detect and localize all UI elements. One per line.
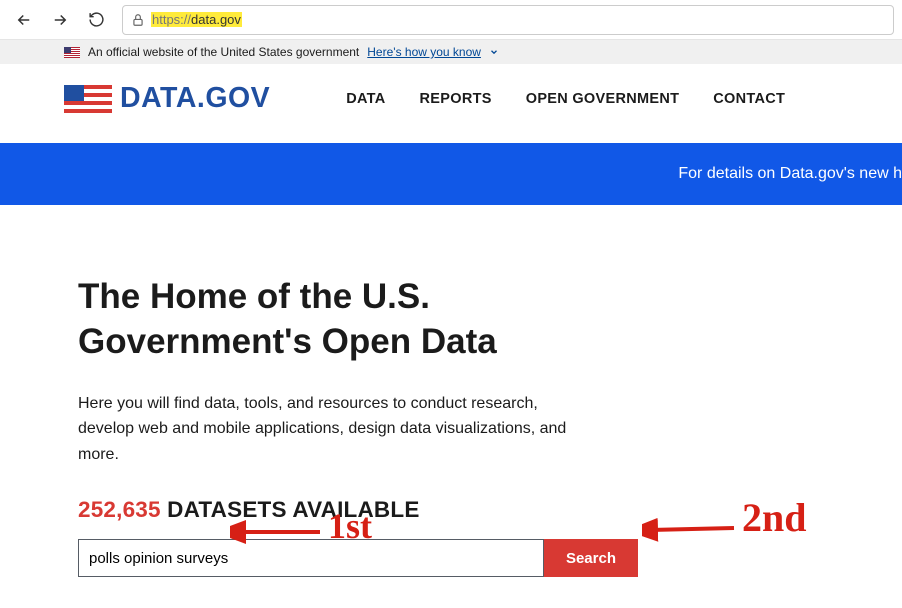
nav-contact[interactable]: CONTACT [713, 91, 785, 107]
search-input[interactable] [78, 539, 544, 577]
back-button[interactable] [8, 4, 40, 36]
browser-toolbar: https://data.gov [0, 0, 902, 40]
nav-open-government[interactable]: OPEN GOVERNMENT [526, 91, 680, 107]
dataset-count: 252,635 [78, 497, 161, 522]
gov-banner-link[interactable]: Here's how you know [367, 45, 481, 59]
address-bar[interactable]: https://data.gov [122, 5, 894, 35]
search-button[interactable]: Search [544, 539, 638, 577]
reload-button[interactable] [80, 4, 112, 36]
chevron-down-icon [489, 47, 499, 57]
dataset-count-line: 252,635 DATASETS AVAILABLE [78, 497, 640, 523]
page-subtitle: Here you will find data, tools, and reso… [78, 391, 598, 468]
announcement-banner: For details on Data.gov's new h [0, 143, 902, 205]
page-title: The Home of the U.S. Government's Open D… [78, 275, 640, 365]
nav-data[interactable]: DATA [346, 91, 385, 107]
announcement-text: For details on Data.gov's new h [158, 165, 902, 182]
dataset-label: DATASETS AVAILABLE [161, 497, 420, 522]
site-header: DATA.GOV DATA REPORTS OPEN GOVERNMENT CO… [0, 64, 902, 143]
main-nav: DATA REPORTS OPEN GOVERNMENT CONTACT [346, 91, 785, 107]
us-flag-icon [64, 47, 80, 58]
logo-flag-icon [64, 85, 112, 113]
nav-reports[interactable]: REPORTS [420, 91, 492, 107]
hero-section: The Home of the U.S. Government's Open D… [0, 205, 640, 577]
search-form: Search [78, 539, 638, 577]
annotation-second: 2nd [742, 494, 807, 541]
url-text: https://data.gov [151, 12, 242, 27]
logo-text: DATA.GOV [120, 82, 270, 115]
site-logo[interactable]: DATA.GOV [64, 82, 270, 115]
annotation-arrow-2 [642, 508, 742, 548]
forward-button[interactable] [44, 4, 76, 36]
lock-icon [131, 13, 145, 27]
gov-banner-text: An official website of the United States… [88, 45, 359, 59]
gov-banner: An official website of the United States… [0, 40, 902, 64]
